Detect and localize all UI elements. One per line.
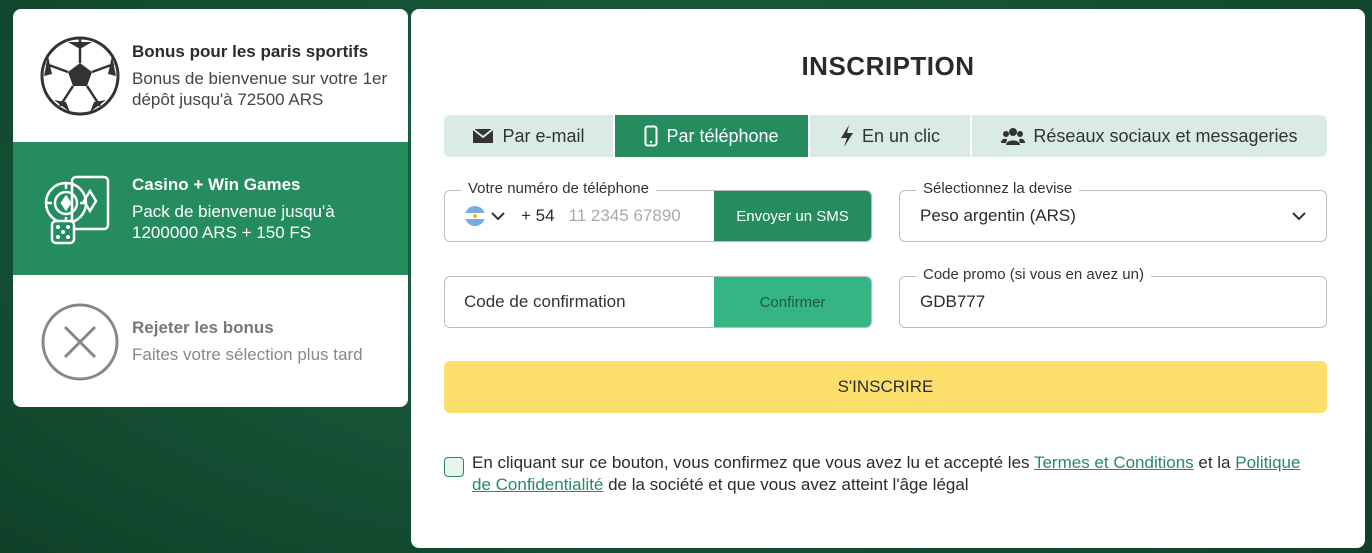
terms-conditions-link[interactable]: Termes et Conditions [1034, 453, 1194, 472]
bonus-title: Casino + Win Games [132, 174, 301, 194]
casino-chips-cards-icon [39, 168, 121, 250]
users-icon [1001, 128, 1026, 145]
soccer-ball-icon [39, 35, 121, 117]
bonus-description: Bonus de bienvenue sur votre 1er dépôt j… [132, 68, 388, 109]
phone-field: Votre numéro de téléphone + 54 Envoyer u… [444, 180, 872, 242]
lightning-icon [840, 125, 853, 147]
promo-code-field: Code promo (si vous en avez un) [899, 266, 1327, 328]
envelope-icon [472, 128, 495, 143]
terms-text-end: de la société et que vous avez atteint l… [603, 475, 969, 494]
tab-label: Par téléphone [666, 125, 779, 146]
bonus-description: Faites votre sélection plus tard [132, 345, 363, 364]
promo-code-input[interactable] [920, 292, 1306, 312]
currency-select[interactable]: Sélectionnez la devise Peso argentin (AR… [899, 180, 1327, 242]
chevron-down-icon[interactable] [491, 211, 505, 221]
currency-label: Sélectionnez la devise [916, 180, 1080, 197]
currency-value: Peso argentin (ARS) [920, 206, 1076, 225]
phone-label: Votre numéro de téléphone [461, 180, 656, 197]
send-sms-button[interactable]: Envoyer un SMS [714, 191, 871, 241]
register-button[interactable]: S'INSCRIRE [444, 361, 1327, 413]
chevron-down-icon [1292, 212, 1306, 221]
country-code: + 54 [521, 206, 555, 225]
close-circle-icon [39, 301, 121, 383]
phone-icon [644, 125, 658, 147]
bonus-option-reject[interactable]: Rejeter les bonus Faites votre sélection… [13, 275, 408, 407]
confirmation-code-input[interactable] [464, 292, 704, 312]
argentina-flag-icon[interactable] [465, 206, 485, 226]
tab-label: En un clic [861, 125, 941, 146]
phone-input[interactable] [568, 206, 709, 226]
confirmation-code-field: Confirmer [444, 276, 872, 328]
terms-text-start: En cliquant sur ce bouton, vous confirme… [472, 453, 1034, 472]
page-title: INSCRIPTION [801, 51, 975, 81]
terms-agreement: En cliquant sur ce bouton, vous confirme… [444, 452, 1314, 496]
tab-one-click[interactable]: En un clic [810, 115, 972, 157]
tab-social[interactable]: Réseaux sociaux et messageries [972, 115, 1327, 157]
tab-phone[interactable]: Par téléphone [615, 115, 810, 157]
bonus-title: Bonus pour les paris sportifs [132, 41, 369, 61]
tab-email[interactable]: Par e-mail [444, 115, 615, 157]
registration-tabs: Par e-mail Par téléphone En un clic Rése… [444, 115, 1327, 157]
promo-label: Code promo (si vous en avez un) [916, 266, 1151, 283]
bonus-option-sports[interactable]: Bonus pour les paris sportifs Bonus de b… [13, 9, 408, 142]
terms-checkbox[interactable] [444, 457, 464, 477]
bonus-panel: Bonus pour les paris sportifs Bonus de b… [13, 9, 408, 407]
terms-text: En cliquant sur ce bouton, vous confirme… [472, 452, 1314, 496]
terms-text-middle: et la [1193, 453, 1236, 472]
confirm-button[interactable]: Confirmer [714, 277, 871, 327]
bonus-option-casino[interactable]: Casino + Win Games Pack de bienvenue jus… [13, 142, 408, 275]
tab-label: Par e-mail [502, 125, 585, 146]
bonus-title: Rejeter les bonus [132, 318, 274, 337]
tab-label: Réseaux sociaux et messageries [1033, 125, 1298, 146]
registration-form: INSCRIPTION Par e-mail Par téléphone En … [411, 9, 1365, 548]
bonus-description: Pack de bienvenue jusqu'à 1200000 ARS + … [132, 201, 335, 242]
